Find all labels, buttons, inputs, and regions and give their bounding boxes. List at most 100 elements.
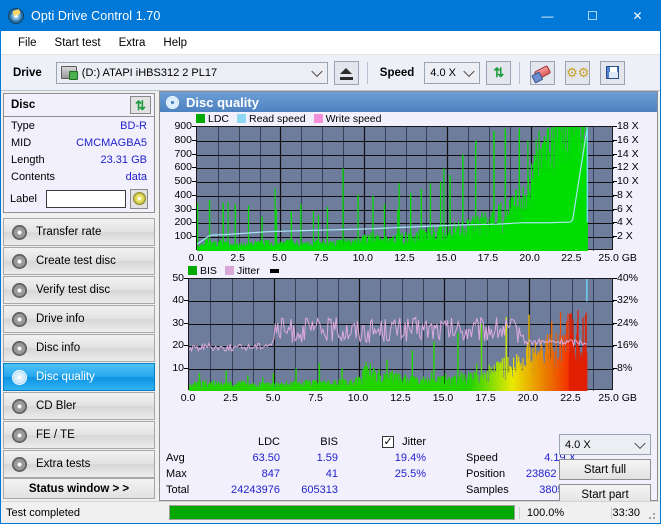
y2-tick-label: 40% (617, 272, 639, 284)
stats-row-label: Total (166, 484, 190, 496)
y-tick-mark (192, 181, 196, 182)
y2-tick-mark (613, 167, 617, 168)
x-tick-label: 22.5 (560, 392, 581, 404)
stats-row-max: Max 847 41 25.5% (166, 466, 430, 482)
tools-icon: ⚙⚙ (566, 65, 590, 80)
disc-row-contents: Contents data (4, 168, 154, 185)
nav-label: Transfer rate (36, 226, 102, 238)
x-tick-label: 7.5 (308, 392, 323, 404)
x-tick-label: 10.0 (352, 252, 374, 264)
y2-tick-label: 18 X (617, 120, 639, 132)
nav-label: FE / TE (36, 429, 75, 441)
y-tick-mark (184, 368, 188, 369)
nav-label: Verify test disc (36, 284, 111, 296)
disc-value: BD-R (120, 119, 147, 132)
y2-tick-mark (613, 222, 617, 223)
sidebar-item-transfer-rate[interactable]: Transfer rate (3, 218, 155, 246)
legend-swatch-bis (188, 266, 197, 275)
sidebar-item-drive-info[interactable]: Drive info (3, 305, 155, 333)
legend-swatch-read-speed (237, 114, 247, 123)
sidebar-item-extra-tests[interactable]: Extra tests (3, 450, 155, 478)
jitter-checkbox[interactable]: ✓ (382, 436, 395, 449)
resize-grip-icon[interactable] (645, 509, 657, 521)
y-tick-mark (184, 300, 188, 301)
disc-icon (12, 253, 27, 269)
legend-label: Read speed (249, 112, 306, 125)
x-tick-label: 7.5 (313, 252, 329, 264)
eject-icon (340, 67, 353, 74)
x-tick-label: 25.0 GB (598, 392, 637, 404)
refresh-button[interactable]: ⇅ (486, 60, 512, 85)
eject-button[interactable] (333, 60, 359, 85)
x-tick-label: 17.5 (477, 252, 499, 264)
y2-tick-mark (613, 126, 617, 127)
sidebar-item-disc-info[interactable]: Disc info (3, 334, 155, 362)
y2-tick-label: 16% (617, 339, 639, 352)
stats-jitter-value (338, 482, 430, 498)
cd-icon (132, 192, 146, 205)
y2-tick-mark (613, 154, 617, 155)
toolbar-divider-2 (519, 61, 521, 84)
start-full-button[interactable]: Start full (559, 459, 651, 480)
disc-refresh-button[interactable]: ⇅ (130, 96, 151, 114)
disc-icon (12, 282, 27, 298)
menu-help[interactable]: Help (154, 34, 196, 52)
sidebar-item-disc-quality[interactable]: Disc quality (3, 363, 155, 391)
status-window-button[interactable]: Status window > > (3, 478, 155, 499)
sidebar-item-create-test-disc[interactable]: Create test disc (3, 247, 155, 275)
legend-label: BIS (200, 264, 217, 277)
test-speed-select[interactable]: 4.0 X (559, 434, 651, 455)
stats-jitter-value: 19.4% (394, 452, 426, 464)
save-button[interactable] (600, 60, 626, 85)
y-tick-mark (192, 167, 196, 168)
disc-info-panel: Disc ⇅ Type BD-R MID CMCMAGBA5 Length 23… (3, 93, 155, 213)
menu-start-test[interactable]: Start test (46, 34, 110, 52)
jitter-label: Jitter (402, 435, 426, 448)
y2-tick-mark (613, 209, 617, 210)
y2-tick-mark (613, 300, 617, 301)
bis-plot-svg (189, 279, 614, 391)
drive-select-value: (D:) ATAPI iHBS312 2 PL17 (81, 66, 218, 79)
stats-ldc-value: 63.50 (252, 452, 280, 464)
legend-item-read-speed: Read speed (237, 113, 306, 125)
y2-tick-label: 12 X (617, 161, 639, 174)
menu-extra[interactable]: Extra (110, 34, 155, 52)
disc-label-button[interactable] (130, 188, 148, 209)
menu-file[interactable]: File (9, 34, 46, 52)
x-tick-label: 12.5 (390, 392, 411, 404)
x-tick-label: 10.0 (347, 392, 369, 404)
bis-chart: BIS Jitter 10 20 30 40 50 8% 16% 24% 32% 40% 0.0… (160, 264, 659, 414)
nav-label: Extra tests (36, 458, 91, 470)
disc-row-type: Type BD-R (4, 117, 154, 134)
y-tick-mark (184, 278, 188, 279)
stats-table: LDC BIS ✓ Jitter Avg 63.50 1.59 19.4% Ma… (166, 434, 430, 498)
disc-row-length: Length 23.31 GB (4, 151, 154, 168)
app-icon (8, 8, 24, 24)
close-icon[interactable]: ✕ (615, 1, 660, 31)
tools-button[interactable]: ⚙⚙ (565, 60, 591, 85)
disc-panel-header: Disc ⇅ (4, 94, 154, 117)
y2-tick-mark (613, 368, 617, 369)
minimize-icon[interactable]: — (525, 1, 570, 31)
drive-select[interactable]: (D:) ATAPI iHBS312 2 PL17 (55, 61, 328, 84)
stats-col-ldc: LDC (257, 436, 280, 448)
sidebar-item-fe-te[interactable]: FE / TE (3, 421, 155, 449)
nav-label: Create test disc (36, 255, 116, 267)
y2-tick-label: 32% (617, 294, 639, 307)
stats-bis-value: 41 (325, 468, 338, 480)
sidebar-item-verify-test-disc[interactable]: Verify test disc (3, 276, 155, 304)
x-tick-label: 0.0 (180, 392, 196, 404)
speed-select-value: 4.0 X (430, 66, 456, 79)
sidebar-item-cd-bler[interactable]: CD Bler (3, 392, 155, 420)
samples-label: Samples (466, 484, 509, 496)
erase-button[interactable] (530, 60, 556, 85)
toolbar-divider-1 (366, 61, 368, 84)
stats-row-total: Total 24243976 605313 (166, 482, 430, 498)
y-tick-mark (184, 345, 188, 346)
ldc-chart-legend: LDC Read speed Write speed (196, 112, 390, 125)
maximize-icon[interactable]: ☐ (570, 1, 615, 31)
label-input[interactable] (46, 189, 127, 208)
speed-select[interactable]: 4.0 X (424, 61, 481, 84)
position-label: Position (466, 468, 506, 480)
legend-swatch-ldc (196, 114, 205, 123)
